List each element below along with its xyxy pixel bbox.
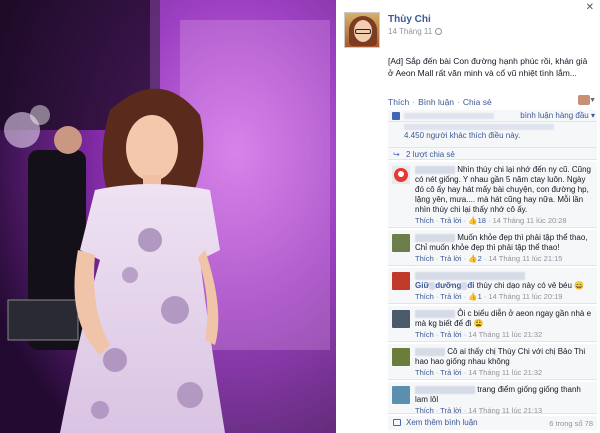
comment-like-count[interactable]: 18 bbox=[478, 216, 486, 225]
blurred-names bbox=[404, 113, 494, 119]
like-icon: 👍 bbox=[468, 254, 478, 263]
post-panel: ✕ Thùy Chi 14 Tháng 11 [Ad] Sắp đến bài … bbox=[336, 0, 600, 433]
post-photo[interactable] bbox=[0, 0, 336, 433]
comment-reply-link[interactable]: Trả lời bbox=[440, 406, 461, 415]
comment-item: Cô ai thấy chị Thùy Chi với chị Bảo Thi … bbox=[388, 344, 597, 380]
comment-item: Muốn khỏe đẹp thì phải tập thể thao, Chỉ… bbox=[388, 230, 597, 266]
comment-item: Ôi c biểu diễn ở aeon ngay gần nhà e mà … bbox=[388, 306, 597, 342]
commenter-name[interactable] bbox=[415, 309, 455, 318]
comment-count: 6 trong số 78 bbox=[549, 419, 593, 428]
comment-like-link[interactable]: Thích bbox=[415, 216, 434, 225]
post-text: [Ad] Sắp đến bài Con đường hạnh phúc rồi… bbox=[388, 56, 588, 78]
comment-text: thùy chi dạo này có vẻ béu 😄 bbox=[476, 281, 585, 290]
chevron-down-icon[interactable]: ▼ bbox=[589, 97, 596, 104]
comment-time[interactable]: 14 Tháng 11 lúc 21:32 bbox=[468, 368, 542, 377]
separator: · bbox=[457, 97, 460, 107]
post-actions: Thích · Bình luận · Chia sẻ bbox=[388, 97, 492, 107]
photo-image bbox=[0, 0, 336, 433]
comment-item: Giữ dưỡng đi thùy chi dạo này có vẻ béu 😄 … bbox=[388, 268, 597, 304]
like-icon: 👍 bbox=[468, 216, 478, 225]
comment-like-link[interactable]: Thích bbox=[415, 330, 434, 339]
comment-like-link[interactable]: Thích bbox=[415, 368, 434, 377]
comment-like-link[interactable]: Thích bbox=[415, 406, 434, 415]
commenter-name[interactable] bbox=[415, 233, 455, 242]
view-more-comments-link[interactable]: Xem thêm bình luận bbox=[406, 418, 478, 427]
commenter-name[interactable] bbox=[415, 385, 475, 394]
post-date: 14 Tháng 11 bbox=[388, 27, 443, 36]
comment-reply-link[interactable]: Trả lời bbox=[440, 292, 461, 301]
name-blur bbox=[429, 281, 436, 290]
commenter-avatar[interactable] bbox=[392, 234, 410, 252]
comment-body: Muốn khỏe đẹp thì phải tập thể thao, Chỉ… bbox=[415, 233, 593, 264]
comment-body: Cô ai thấy chị Thùy Chi với chị Bảo Thi … bbox=[415, 347, 593, 378]
commenter-avatar[interactable] bbox=[392, 272, 410, 290]
comment-time[interactable]: 14 Tháng 11 lúc 21:15 bbox=[488, 254, 562, 263]
blurred-names bbox=[404, 124, 554, 130]
post-date-text[interactable]: 14 Tháng 11 bbox=[388, 27, 432, 36]
like-icon: 👍 bbox=[468, 292, 478, 301]
author-name[interactable]: Thùy Chi bbox=[388, 14, 442, 25]
author-avatar[interactable] bbox=[344, 12, 380, 48]
comment-reply-link[interactable]: Trả lời bbox=[440, 216, 461, 225]
comment-meta: Thích · Trả lời · 14 Tháng 11 lúc 21:13 bbox=[415, 406, 543, 415]
share-icon: ↪ bbox=[393, 150, 400, 159]
close-icon[interactable]: ✕ bbox=[586, 2, 594, 13]
more-comments-row: Xem thêm bình luận 6 trong số 78 bbox=[388, 416, 597, 430]
comment-body: Ôi c biểu diễn ở aeon ngay gần nhà e mà … bbox=[415, 309, 593, 340]
globe-icon bbox=[435, 28, 443, 35]
share-link[interactable]: Chia sẻ bbox=[463, 97, 492, 107]
commenter-name-part: dưỡng bbox=[435, 281, 462, 290]
comment-sort-dropdown[interactable]: bình luận hàng đầu ▾ bbox=[520, 111, 595, 120]
comment-link[interactable]: Bình luận bbox=[418, 97, 454, 107]
comment-meta: Thích · Trả lời · 14 Tháng 11 lúc 21:32 bbox=[415, 330, 543, 339]
commenter-name-part: đi bbox=[467, 281, 475, 290]
like-link[interactable]: Thích bbox=[388, 97, 409, 107]
comment-body: Nhìn thùy chi lại nhớ đến ny cũ. Cũng có… bbox=[415, 165, 593, 226]
comment-icon bbox=[393, 419, 401, 426]
comment-like-link[interactable]: Thích bbox=[415, 254, 434, 263]
comment-item: Nhìn thùy chi lại nhớ đến ny cũ. Cũng có… bbox=[388, 162, 597, 228]
comment-like-link[interactable]: Thích bbox=[415, 292, 434, 301]
commenter-avatar[interactable] bbox=[392, 348, 410, 366]
comment-time[interactable]: 14 Tháng 11 lúc 20:19 bbox=[488, 292, 562, 301]
name-blur bbox=[461, 281, 468, 290]
comment-meta: Thích · Trả lời · 14 Tháng 11 lúc 21:32 bbox=[415, 368, 543, 377]
commenter-name-blur bbox=[415, 271, 525, 280]
comment-time[interactable]: 14 Tháng 11 lúc 21:13 bbox=[468, 406, 542, 415]
commenter-avatar[interactable] bbox=[392, 310, 410, 328]
commenter-name-part: Giữ bbox=[415, 281, 430, 290]
commenter-avatar[interactable] bbox=[392, 386, 410, 404]
comment-item: trang điểm giống giống thanh lam lôl Thí… bbox=[388, 382, 597, 416]
comment-meta: Thích · Trả lời · 👍1 · 14 Tháng 11 lúc 2… bbox=[415, 292, 563, 301]
commenter-name[interactable] bbox=[415, 165, 455, 174]
commenter-avatar[interactable] bbox=[392, 166, 410, 184]
commenter-name[interactable]: Giữ dưỡng đi bbox=[415, 281, 475, 290]
comment-like-count[interactable]: 1 bbox=[478, 292, 482, 301]
shares-count[interactable]: 2 lượt chia sẻ bbox=[406, 150, 455, 159]
post-header: Thùy Chi 14 Tháng 11 bbox=[388, 14, 443, 36]
comment-like-count[interactable]: 2 bbox=[478, 254, 482, 263]
comment-time[interactable]: 14 Tháng 11 lúc 21:32 bbox=[468, 330, 542, 339]
comment-body: trang điểm giống giống thanh lam lôl Thí… bbox=[415, 385, 593, 416]
comment-time[interactable]: 14 Tháng 11 lúc 20:28 bbox=[493, 216, 567, 225]
comment-reply-link[interactable]: Trả lời bbox=[440, 254, 461, 263]
like-icon bbox=[392, 112, 400, 120]
comment-body: Giữ dưỡng đi thùy chi dạo này có vẻ béu 😄 … bbox=[415, 271, 593, 302]
likes-count[interactable]: 4.450 người khác thích điều này. bbox=[404, 131, 520, 140]
comment-reply-link[interactable]: Trả lời bbox=[440, 368, 461, 377]
comment-meta: Thích · Trả lời · 👍2 · 14 Tháng 11 lúc 2… bbox=[415, 254, 563, 263]
separator: · bbox=[412, 97, 416, 107]
comment-meta: Thích · Trả lời · 👍18 · 14 Tháng 11 lúc … bbox=[415, 216, 567, 225]
likes-row: 4.450 người khác thích điều này. bbox=[388, 122, 597, 148]
comment-reply-link[interactable]: Trả lời bbox=[440, 330, 461, 339]
shares-row: ↪ 2 lượt chia sẻ bbox=[388, 148, 597, 160]
commenter-name[interactable] bbox=[415, 347, 445, 356]
photo-viewer: ✕ Thùy Chi 14 Tháng 11 [Ad] Sắp đến bài … bbox=[0, 0, 600, 433]
sort-row: bình luận hàng đầu ▾ bbox=[388, 110, 597, 122]
